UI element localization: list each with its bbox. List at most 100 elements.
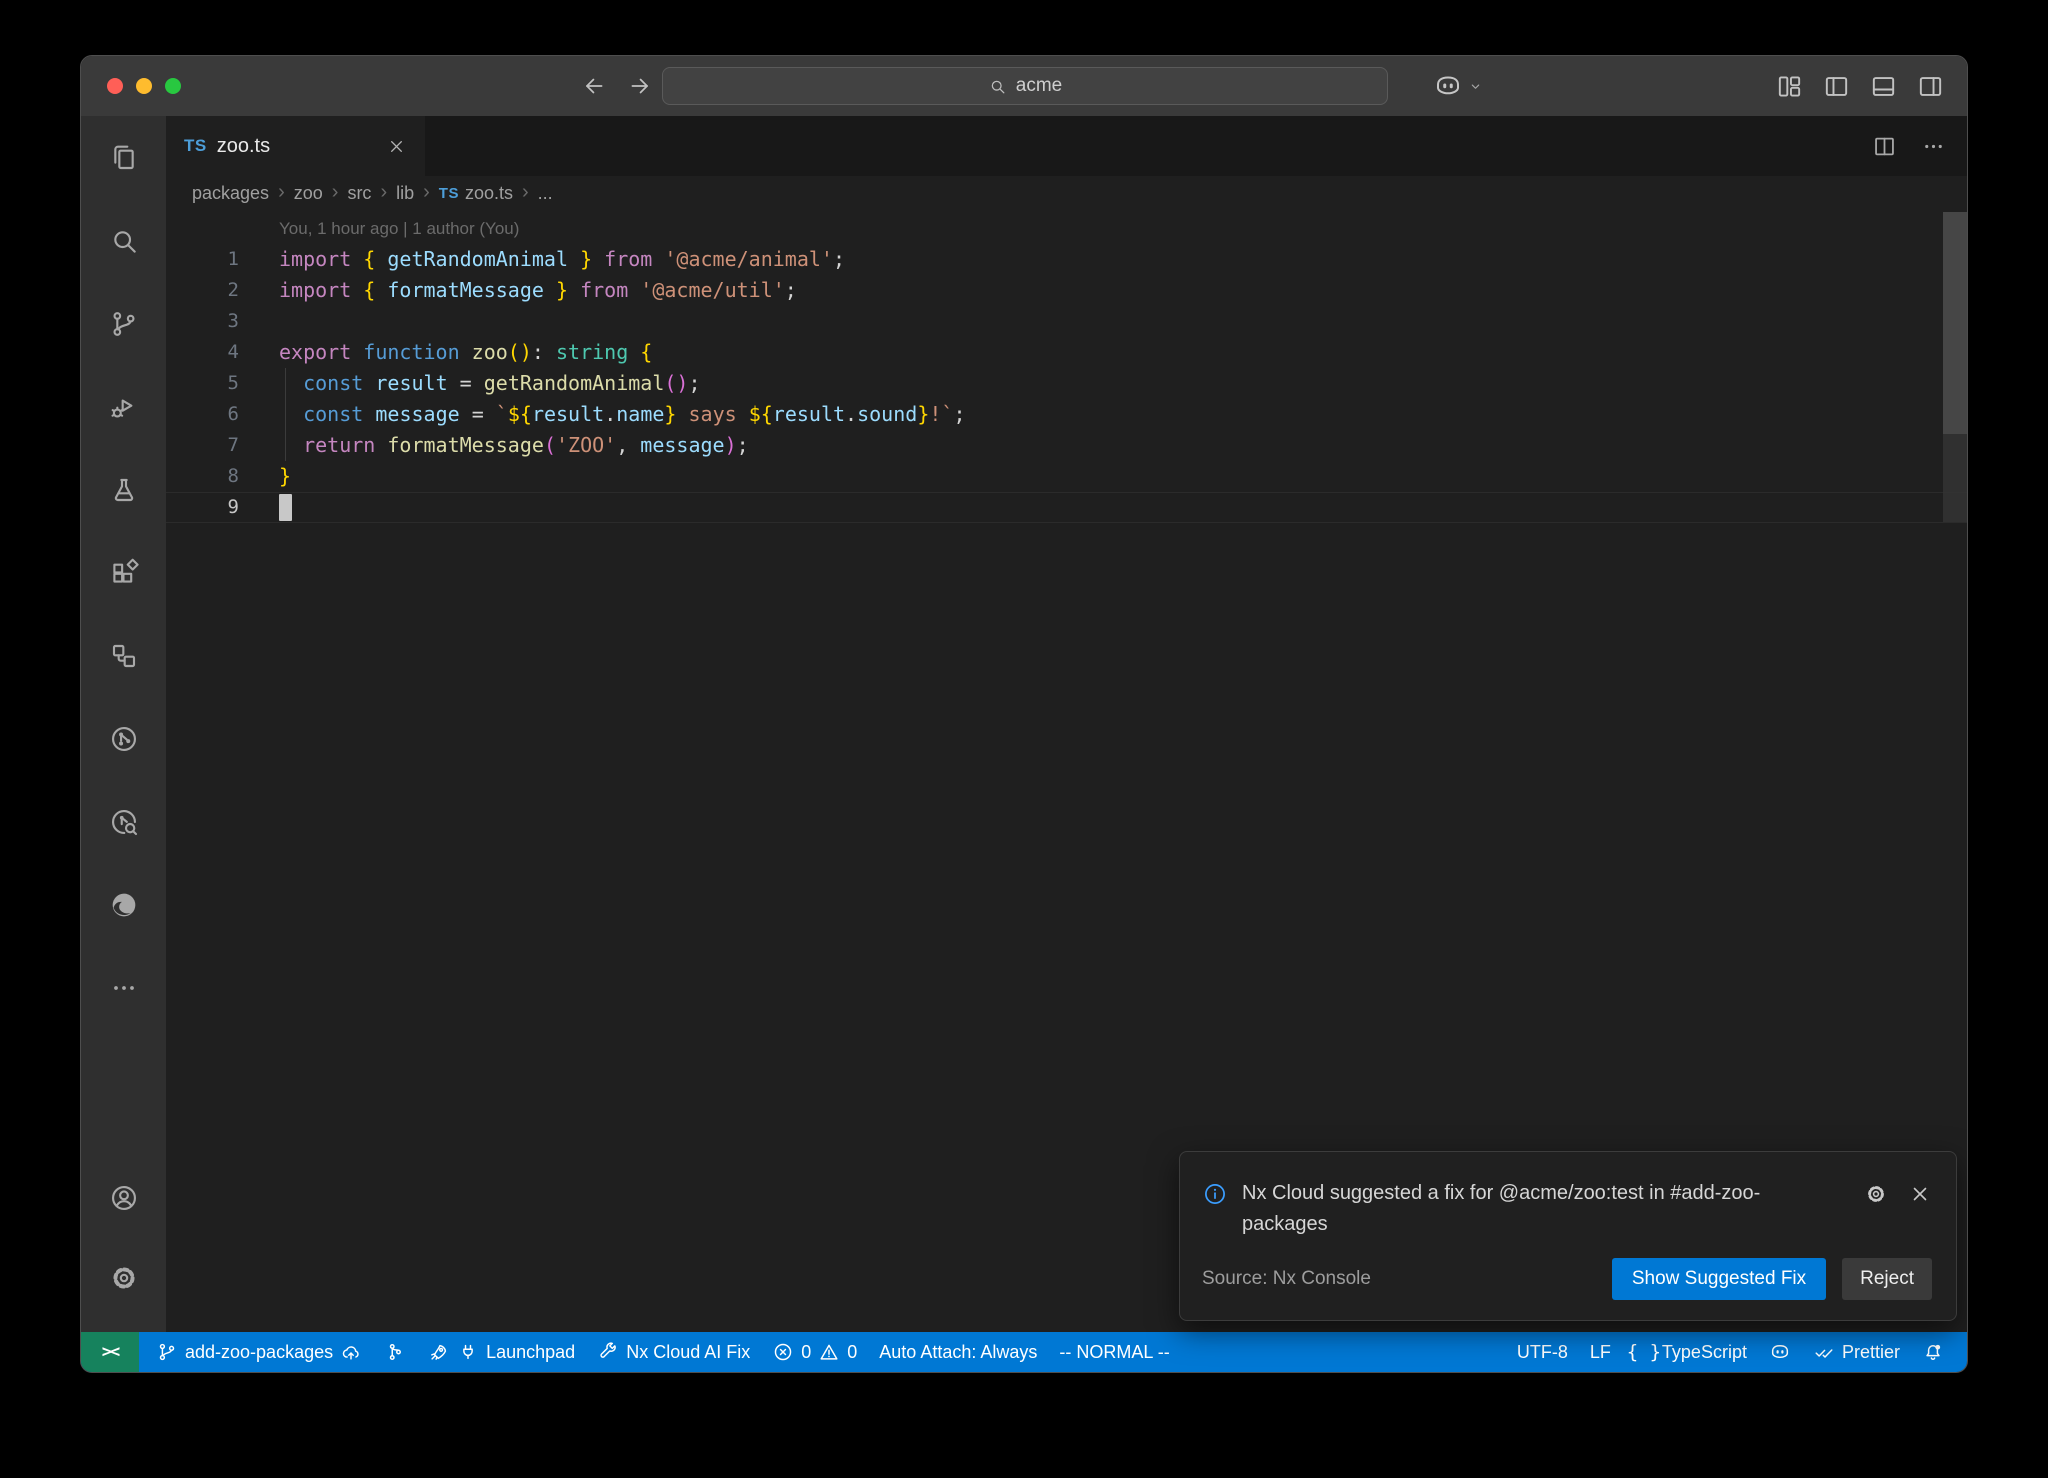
layout-controls [1775,56,1945,116]
code-line-2[interactable]: 2import { formatMessage } from '@acme/ut… [166,275,1967,306]
activity-item-run-debug[interactable] [81,365,166,448]
gear-icon [108,1262,140,1294]
scrollbar-slider[interactable] [1943,212,1967,434]
line-number: 6 [166,399,239,430]
status-label: LF [1590,1342,1611,1363]
code-line-7[interactable]: 7 return formatMessage('ZOO', message); [166,430,1967,461]
status-copilot-status[interactable] [1758,1332,1802,1372]
activity-item-nx-console[interactable] [81,614,166,697]
rocket-icon [428,1341,450,1363]
close-window-button[interactable] [107,78,123,94]
editor-actions [1871,116,1947,176]
tab-zoo-ts[interactable]: TS zoo.ts [166,116,425,176]
back-arrow-icon[interactable] [581,73,607,99]
status-branch[interactable]: add-zoo-packages [145,1332,373,1372]
notification-toast: Nx Cloud suggested a fix for @acme/zoo:t… [1179,1151,1957,1321]
git-branch-icon [156,1341,178,1363]
code-line-9[interactable]: 9 [166,492,1967,523]
code-text: return formatMessage('ZOO', message); [279,433,749,457]
breadcrumb-label: zoo.ts [465,183,513,204]
activity-item-more[interactable] [81,946,166,1029]
status-source-control-graph[interactable] [373,1332,417,1372]
cloud-upload-icon [340,1341,362,1363]
status-label: Auto Attach: Always [879,1342,1037,1363]
breadcrumb-item-packages[interactable]: packages [192,183,269,204]
toggle-panel-icon[interactable] [1869,72,1898,101]
search-input[interactable]: acme [662,67,1388,105]
close-tab-icon[interactable] [386,136,407,157]
forward-arrow-icon[interactable] [627,73,653,99]
status-notifications[interactable] [1911,1332,1955,1372]
activity-item-testing[interactable] [81,448,166,531]
status-nx-cloud-ai-fix[interactable]: Nx Cloud AI Fix [586,1332,761,1372]
git-blame-annotation: You, 1 hour ago | 1 author (You) [279,219,1967,244]
breadcrumb-label: ... [538,183,553,204]
code-line-6[interactable]: 6 const message = `${result.name} says $… [166,399,1967,430]
zoom-window-button[interactable] [165,78,181,94]
status-problems[interactable]: 00 [761,1332,868,1372]
status-auto-attach[interactable]: Auto Attach: Always [868,1332,1048,1372]
info-icon [1202,1181,1228,1207]
minimize-window-button[interactable] [136,78,152,94]
activity-item-settings[interactable] [81,1238,166,1318]
code-line-5[interactable]: 5 const result = getRandomAnimal(); [166,368,1967,399]
copilot-menu[interactable] [1433,56,1484,116]
warning-icon [818,1341,840,1363]
more-actions-icon[interactable] [1920,133,1947,160]
status-encoding[interactable]: UTF-8 [1506,1332,1579,1372]
breadcrumb-item--[interactable]: ... [538,183,553,204]
breadcrumb-item-src[interactable]: src [347,183,371,204]
edge-icon [108,889,140,921]
wrench-icon [597,1341,619,1363]
circle-branch-icon [108,723,140,755]
activity-item-nx-graph[interactable] [81,780,166,863]
toggle-secondary-sidebar-icon[interactable] [1916,72,1945,101]
window-controls [107,56,181,116]
breadcrumb-item-zoo[interactable]: zoo [294,183,323,204]
status-vim-mode[interactable]: -- NORMAL -- [1048,1332,1180,1372]
status-label: Prettier [1842,1342,1900,1363]
breadcrumb-label: packages [192,183,269,204]
reject-button[interactable]: Reject [1842,1258,1932,1300]
show-suggested-fix-button[interactable]: Show Suggested Fix [1612,1258,1826,1300]
status-remote[interactable]: >< [81,1332,139,1372]
activity-item-nx-cloud[interactable] [81,697,166,780]
plug-icon [457,1341,479,1363]
screen: acme TS zoo [0,0,2048,1478]
activity-item-source-control[interactable] [81,282,166,365]
toggle-sidebar-icon[interactable] [1822,72,1851,101]
notification-settings-icon[interactable] [1864,1182,1888,1206]
breadcrumb-item-lib[interactable]: lib [396,183,414,204]
status-eol[interactable]: LF [1579,1332,1622,1372]
status-label: Nx Cloud AI Fix [626,1342,750,1363]
status-launchpad[interactable]: Launchpad [417,1332,586,1372]
extensions-icon [108,557,140,589]
breadcrumb-item-zoo-ts[interactable]: TSzoo.ts [439,183,513,204]
customize-layout-icon[interactable] [1775,72,1804,101]
activity-item-accounts[interactable] [81,1158,166,1238]
activity-bar [81,116,166,1332]
split-editor-icon[interactable] [1871,133,1898,160]
notification-close-icon[interactable] [1908,1182,1932,1206]
activity-item-extensions[interactable] [81,531,166,614]
status-label: 0 [847,1342,857,1363]
status-label: UTF-8 [1517,1342,1568,1363]
code-line-1[interactable]: 1import { getRandomAnimal } from '@acme/… [166,244,1967,275]
activity-item-edge-browser[interactable] [81,863,166,946]
code-line-8[interactable]: 8} [166,461,1967,492]
breadcrumb-separator: › [423,182,430,205]
editor-scrollbar[interactable] [1943,212,1967,592]
double-check-icon [1813,1341,1835,1363]
ellipsis-icon [108,972,140,1004]
status-formatter[interactable]: Prettier [1802,1332,1911,1372]
status-bar: >< add-zoo-packages Launchpad Nx Cloud AI … [81,1332,1967,1372]
vscode-window: acme TS zoo [80,55,1968,1373]
bell-dot-icon [1922,1341,1944,1363]
line-number: 4 [166,337,239,368]
breadcrumb-separator: › [380,182,387,205]
activity-item-explorer[interactable] [81,116,166,199]
activity-item-search[interactable] [81,199,166,282]
status-language[interactable]: { }TypeScript [1622,1332,1758,1372]
code-line-4[interactable]: 4export function zoo(): string { [166,337,1967,368]
code-line-3[interactable]: 3 [166,306,1967,337]
